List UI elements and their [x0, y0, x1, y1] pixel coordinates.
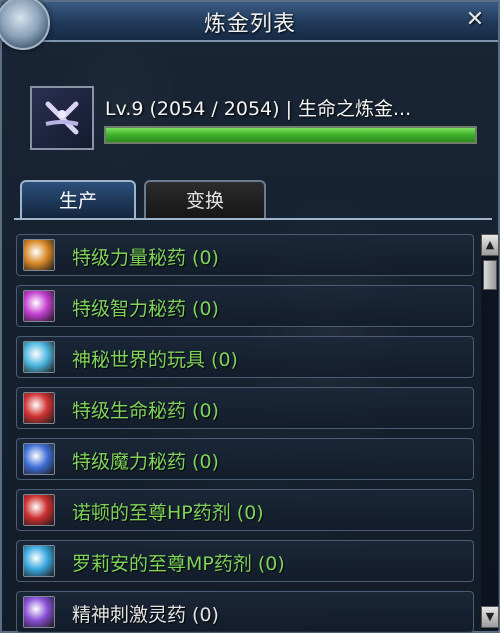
recipe-label: 特级智力秘药 (0): [72, 298, 219, 320]
scroll-down-button[interactable]: ▼: [481, 606, 499, 628]
recipe-item[interactable]: 罗莉安的至尊MP药剂 (0): [16, 540, 474, 582]
recipe-item[interactable]: 特级生命秘药 (0): [16, 387, 474, 429]
alchemy-list-window: 炼金列表 ✕ Lv.9 (2054 / 2054) | 生命之炼金... 生产 …: [0, 0, 500, 633]
recipe-label: 特级生命秘药 (0): [72, 400, 219, 422]
experience-bar-fill: [106, 128, 475, 142]
life-potion-icon: [23, 392, 55, 424]
profession-level-text: Lv.9 (2054 / 2054) | 生命之炼金...: [105, 98, 412, 120]
alchemy-sigil-icon: [30, 86, 94, 150]
recipe-item[interactable]: 精神刺激灵药 (0): [16, 591, 474, 633]
experience-bar: [104, 126, 477, 144]
recipe-label: 精神刺激灵药 (0): [72, 604, 219, 626]
recipe-item[interactable]: 特级力量秘药 (0): [16, 234, 474, 276]
recipe-item[interactable]: 诺顿的至尊HP药剂 (0): [16, 489, 474, 531]
close-button[interactable]: ✕: [462, 7, 488, 33]
recipe-item[interactable]: 特级智力秘药 (0): [16, 285, 474, 327]
recipe-item[interactable]: 特级魔力秘药 (0): [16, 438, 474, 480]
recipe-label: 特级魔力秘药 (0): [72, 451, 219, 473]
hp-potion-icon: [23, 494, 55, 526]
recipe-label: 罗莉安的至尊MP药剂 (0): [72, 553, 285, 575]
spirit-elixir-icon: [23, 596, 55, 628]
mystic-toy-icon: [23, 341, 55, 373]
recipe-label: 特级力量秘药 (0): [72, 247, 219, 269]
scroll-up-button[interactable]: ▲: [481, 234, 499, 256]
scrollbar-track[interactable]: [481, 234, 499, 630]
intelligence-potion-icon: [23, 290, 55, 322]
tab-transform[interactable]: 变换: [144, 180, 266, 220]
recipe-item[interactable]: 神秘世界的玩具 (0): [16, 336, 474, 378]
tab-production[interactable]: 生产: [20, 180, 136, 220]
mana-potion-icon: [23, 443, 55, 475]
mp-potion-icon: [23, 545, 55, 577]
scrollbar-thumb[interactable]: [483, 260, 497, 290]
window-title: 炼金列表: [203, 12, 296, 37]
recipe-label: 神秘世界的玩具 (0): [72, 349, 238, 371]
recipe-label: 诺顿的至尊HP药剂 (0): [72, 502, 264, 524]
title-bar[interactable]: 炼金列表 ✕: [0, 0, 498, 50]
strength-potion-icon: [23, 239, 55, 271]
